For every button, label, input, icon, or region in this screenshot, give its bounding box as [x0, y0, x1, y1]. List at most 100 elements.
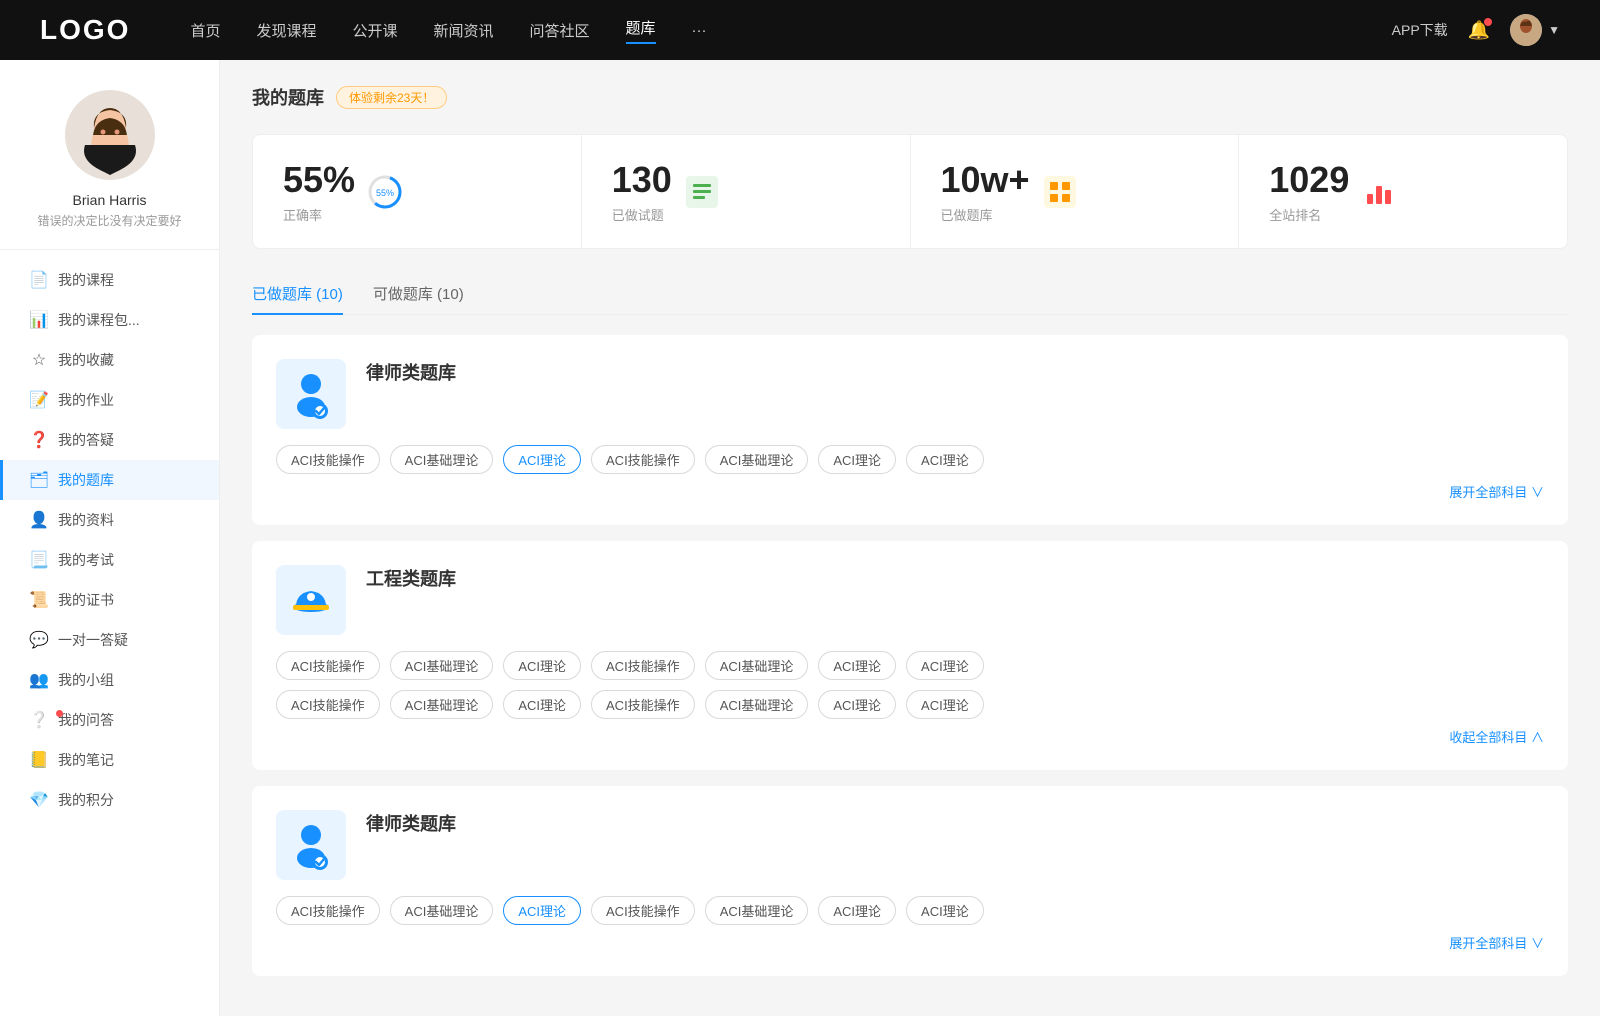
tag-item[interactable]: ACI理论 [906, 690, 984, 719]
tag-item[interactable]: ACI基础理论 [705, 445, 809, 474]
tag-item[interactable]: ACI理论 [818, 690, 896, 719]
nav-news[interactable]: 新闻资讯 [434, 20, 494, 41]
tag-item[interactable]: ACI理论 [503, 690, 581, 719]
bank-icon-lawyer-1 [276, 359, 346, 429]
bank-header-engineer: 工程类题库 [276, 565, 1544, 635]
sidebar-item-exam[interactable]: 📃 我的考试 [0, 540, 219, 580]
sidebar-item-certificate[interactable]: 📜 我的证书 [0, 580, 219, 620]
expand-link-lawyer-2[interactable]: 展开全部科目 ∨ [1449, 933, 1544, 952]
sidebar-label-certificate: 我的证书 [58, 590, 114, 610]
nav-more[interactable]: ··· [692, 22, 707, 39]
tag-item[interactable]: ACI理论 [818, 896, 896, 925]
app-download-button[interactable]: APP下载 [1392, 20, 1448, 40]
tabs-row: 已做题库 (10) 可做题库 (10) [252, 273, 1568, 315]
nav-bank[interactable]: 题库 [626, 17, 656, 44]
qa-dot [56, 710, 63, 717]
avatar [1510, 14, 1542, 46]
sidebar-label-exam: 我的考试 [58, 550, 114, 570]
expand-row-lawyer-2: 展开全部科目 ∨ [276, 933, 1544, 952]
tag-item[interactable]: ACI基础理论 [390, 690, 494, 719]
tag-item-active[interactable]: ACI理论 [503, 445, 581, 474]
profile-avatar [65, 90, 155, 180]
tag-item[interactable]: ACI基础理论 [705, 651, 809, 680]
sidebar-item-questions[interactable]: ❔ 我的问答 [0, 700, 219, 740]
sidebar-label-courses: 我的课程 [58, 270, 114, 290]
tags-engineer-row2: ACI技能操作 ACI基础理论 ACI理论 ACI技能操作 ACI基础理论 AC… [276, 690, 1544, 719]
tag-item[interactable]: ACI基础理论 [390, 651, 494, 680]
tag-item[interactable]: ACI技能操作 [276, 690, 380, 719]
tag-item[interactable]: ACI技能操作 [591, 651, 695, 680]
star-icon: ☆ [30, 351, 48, 369]
nav-open-course[interactable]: 公开课 [352, 20, 397, 41]
sidebar-item-favorites[interactable]: ☆ 我的收藏 [0, 340, 219, 380]
tag-item[interactable]: ACI基础理论 [705, 690, 809, 719]
tab-available-banks[interactable]: 可做题库 (10) [373, 273, 464, 314]
sidebar-item-notes[interactable]: 📒 我的笔记 [0, 740, 219, 780]
tags-lawyer-1: ACI技能操作 ACI基础理论 ACI理论 ACI技能操作 ACI基础理论 AC… [276, 445, 1544, 474]
sidebar-item-points[interactable]: 💎 我的积分 [0, 780, 219, 820]
stat-rank-value: 1029 [1269, 159, 1349, 201]
sidebar-item-bank[interactable]: 🗂 我的题库 [0, 460, 219, 500]
sidebar-item-homework[interactable]: 📝 我的作业 [0, 380, 219, 420]
sidebar-item-qa[interactable]: ❓ 我的答疑 [0, 420, 219, 460]
stat-done-questions-value: 130 [612, 159, 672, 201]
tag-item[interactable]: ACI技能操作 [591, 445, 695, 474]
stat-done-questions: 130 已做试题 [582, 135, 911, 248]
bank-card-lawyer-1: 律师类题库 ACI技能操作 ACI基础理论 ACI理论 ACI技能操作 ACI基… [252, 335, 1568, 525]
user-icon: 👤 [30, 511, 48, 529]
tag-item-active[interactable]: ACI理论 [503, 896, 581, 925]
tag-item[interactable]: ACI技能操作 [591, 690, 695, 719]
bank-icon: 🗂 [30, 471, 48, 489]
sidebar-item-courses[interactable]: 📄 我的课程 [0, 260, 219, 300]
tag-item[interactable]: ACI理论 [818, 651, 896, 680]
notification-button[interactable]: 🔔 [1468, 20, 1490, 41]
trial-badge: 体验剩余23天！ [336, 86, 447, 109]
tag-item[interactable]: ACI理论 [906, 896, 984, 925]
tag-item[interactable]: ACI技能操作 [276, 896, 380, 925]
bank-card-lawyer-2: 律师类题库 ACI技能操作 ACI基础理论 ACI理论 ACI技能操作 ACI基… [252, 786, 1568, 976]
tag-item[interactable]: ACI基础理论 [390, 445, 494, 474]
list-icon [684, 174, 720, 210]
bank-icon-lawyer-2 [276, 810, 346, 880]
nav-home[interactable]: 首页 [190, 20, 220, 41]
tags-lawyer-2: ACI技能操作 ACI基础理论 ACI理论 ACI技能操作 ACI基础理论 AC… [276, 896, 1544, 925]
bar-icon: 📊 [30, 311, 48, 329]
expand-row-lawyer-1: 展开全部科目 ∨ [276, 482, 1544, 501]
expand-row-engineer: 收起全部科目 ∧ [276, 727, 1544, 746]
sidebar-item-group[interactable]: 👥 我的小组 [0, 660, 219, 700]
bank-name-lawyer-2: 律师类题库 [366, 810, 1544, 836]
sidebar-label-package: 我的课程包... [58, 310, 140, 330]
tag-item[interactable]: ACI基础理论 [705, 896, 809, 925]
tag-item[interactable]: ACI基础理论 [390, 896, 494, 925]
sidebar-label-qa: 我的答疑 [58, 430, 114, 450]
tag-item[interactable]: ACI理论 [906, 651, 984, 680]
profile-area: Brian Harris 错误的决定比没有决定要好 [0, 90, 219, 250]
tag-item[interactable]: ACI技能操作 [276, 651, 380, 680]
bank-name-engineer: 工程类题库 [366, 565, 1544, 591]
tag-item[interactable]: ACI理论 [906, 445, 984, 474]
nav-discover[interactable]: 发现课程 [256, 20, 316, 41]
sidebar-label-group: 我的小组 [58, 670, 114, 690]
bar-chart-icon [1361, 174, 1397, 210]
tag-item[interactable]: ACI技能操作 [276, 445, 380, 474]
stat-done-questions-label: 已做试题 [612, 205, 672, 224]
tab-done-banks[interactable]: 已做题库 (10) [252, 273, 343, 314]
sidebar-item-1on1[interactable]: 💬 一对一答疑 [0, 620, 219, 660]
doc-icon: 📃 [30, 551, 48, 569]
stat-done-banks-value: 10w+ [941, 159, 1030, 201]
nav-qa[interactable]: 问答社区 [530, 20, 590, 41]
tag-item[interactable]: ACI理论 [503, 651, 581, 680]
user-avatar-area[interactable]: ▼ [1510, 14, 1560, 46]
expand-link-engineer[interactable]: 收起全部科目 ∧ [1449, 727, 1544, 746]
stat-rank-label: 全站排名 [1269, 205, 1349, 224]
sidebar-item-profile[interactable]: 👤 我的资料 [0, 500, 219, 540]
tag-item[interactable]: ACI理论 [818, 445, 896, 474]
expand-link-lawyer-1[interactable]: 展开全部科目 ∨ [1449, 482, 1544, 501]
bank-name-lawyer-1: 律师类题库 [366, 359, 1544, 385]
points-icon: 💎 [30, 791, 48, 809]
page-title: 我的题库 [252, 84, 324, 110]
page-wrap: Brian Harris 错误的决定比没有决定要好 📄 我的课程 📊 我的课程包… [0, 60, 1600, 1016]
group-icon: 👥 [30, 671, 48, 689]
sidebar-item-course-package[interactable]: 📊 我的课程包... [0, 300, 219, 340]
tag-item[interactable]: ACI技能操作 [591, 896, 695, 925]
